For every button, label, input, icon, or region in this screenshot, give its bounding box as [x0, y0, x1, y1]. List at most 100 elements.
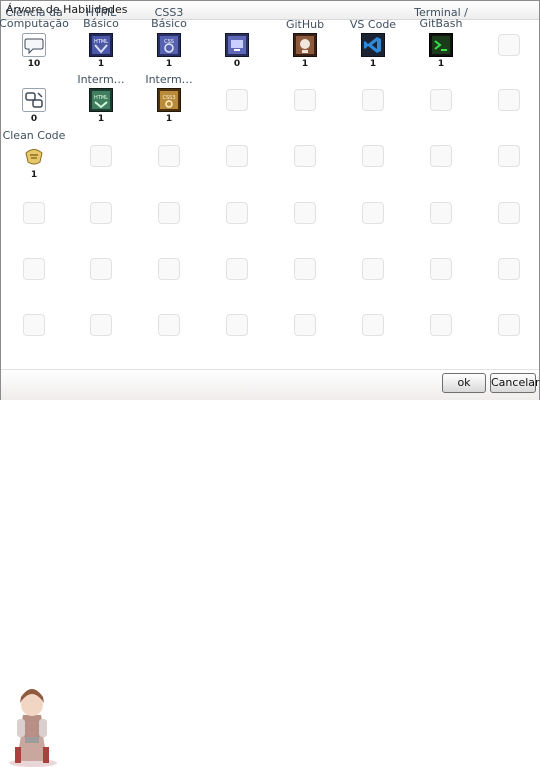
skill-level-count: 1: [97, 59, 105, 69]
empty-skill-slot: [338, 201, 408, 241]
skill-css3-b-sico[interactable]: CSS3 Básico CSS 1: [134, 7, 204, 73]
css3-icon[interactable]: CSS: [157, 33, 181, 57]
empty-skill-slot: [474, 88, 540, 128]
empty-skill-slot: [474, 144, 540, 184]
ok-button[interactable]: ok: [442, 373, 486, 393]
empty-slot-frame: [158, 145, 180, 167]
empty-skill-slot: [474, 257, 540, 297]
css3-intermediate-icon[interactable]: CSS3: [157, 88, 181, 112]
empty-skill-slot: [338, 88, 408, 128]
html-icon[interactable]: HTML: [89, 33, 113, 57]
skill-label: Interm…: [134, 74, 204, 85]
skill-level-count: 1: [30, 170, 38, 180]
cancel-button[interactable]: Cancelar: [490, 373, 540, 393]
empty-slot-frame: [430, 258, 452, 280]
svg-text:HTML: HTML: [94, 95, 108, 101]
skill-label: CSS3 Básico: [134, 7, 204, 29]
skill-label: Clean Code: [0, 130, 69, 141]
skill-interm[interactable]: Interm… CSS3 1: [134, 74, 204, 128]
skill-label: Ciência da Computação: [0, 7, 69, 29]
empty-skill-slot: [338, 144, 408, 184]
empty-slot-frame: [90, 145, 112, 167]
html-intermediate-icon[interactable]: HTML: [89, 88, 113, 112]
svg-text:CSS3: CSS3: [162, 95, 175, 101]
empty-slot-frame: [362, 258, 384, 280]
empty-skill-slot: [202, 257, 272, 297]
broken-link-icon[interactable]: [22, 88, 46, 112]
empty-slot-frame: [362, 202, 384, 224]
empty-slot-frame: [294, 258, 316, 280]
empty-skill-slot: [406, 257, 476, 297]
empty-slot-frame: [158, 258, 180, 280]
empty-skill-slot: [270, 88, 340, 128]
empty-skill-slot: [202, 88, 272, 128]
skill-level-count: 0: [30, 114, 38, 124]
empty-skill-slot: [270, 144, 340, 184]
skill-label-line: Interm…: [145, 73, 193, 86]
skill-broken-link[interactable]: 0: [0, 88, 69, 128]
skill-level-count: 1: [97, 114, 105, 124]
empty-slot-frame: [498, 258, 520, 280]
empty-skill-slot: [474, 33, 540, 73]
empty-slot-frame: [498, 145, 520, 167]
skill-label-line: Computação: [0, 17, 69, 30]
empty-skill-slot: [474, 313, 540, 353]
skill-label-line: Interm…: [77, 73, 125, 86]
empty-slot-frame: [23, 258, 45, 280]
empty-slot-frame: [294, 202, 316, 224]
empty-slot-frame: [362, 89, 384, 111]
empty-slot-frame: [226, 202, 248, 224]
empty-skill-slot: [134, 257, 204, 297]
skill-html-b-sico[interactable]: HTML Básico HTML 1: [66, 7, 136, 73]
empty-slot-frame: [23, 202, 45, 224]
skill-label: Terminal / GitBash: [406, 7, 476, 29]
empty-slot-frame: [158, 202, 180, 224]
github-icon[interactable]: [293, 33, 317, 57]
skill-level-count: 1: [165, 114, 173, 124]
empty-skill-slot: [66, 257, 136, 297]
skill-github[interactable]: GitHub 1: [270, 19, 340, 73]
empty-slot-frame: [226, 89, 248, 111]
empty-skill-slot: [406, 88, 476, 128]
terminal-icon[interactable]: [429, 33, 453, 57]
skill-tree-window: Árvore de Habilidades Ciência da Computaç…: [0, 0, 540, 767]
monitor-skill-icon[interactable]: [225, 33, 249, 57]
empty-skill-slot: [0, 201, 69, 241]
skill-label: Interm…: [66, 74, 136, 85]
empty-skill-slot: [66, 313, 136, 353]
empty-skill-slot: [202, 144, 272, 184]
empty-skill-slot: [202, 201, 272, 241]
empty-slot-frame: [430, 89, 452, 111]
empty-skill-slot: [338, 313, 408, 353]
skill-ci-ncia-da-computa-o[interactable]: Ciência da Computação 10: [0, 7, 69, 73]
empty-slot-frame: [226, 258, 248, 280]
empty-slot-frame: [90, 314, 112, 336]
skill-label-line: GitBash: [419, 17, 463, 30]
empty-skill-slot: [134, 201, 204, 241]
empty-skill-slot: [0, 313, 69, 353]
empty-slot-frame: [158, 314, 180, 336]
empty-skill-slot: [134, 144, 204, 184]
skill-label: HTML Básico: [66, 7, 136, 29]
empty-skill-slot: [134, 313, 204, 353]
empty-slot-frame: [294, 145, 316, 167]
skill-monitor-skill[interactable]: 0: [202, 33, 272, 73]
chat-bubble-icon[interactable]: [22, 33, 46, 57]
empty-slot-frame: [430, 145, 452, 167]
skill-interm[interactable]: Interm… HTML 1: [66, 74, 136, 128]
empty-skill-slot: [474, 201, 540, 241]
skill-level-count: 10: [27, 59, 41, 69]
skill-terminal-gitbash[interactable]: Terminal / GitBash 1: [406, 7, 476, 73]
empty-slot-frame: [498, 314, 520, 336]
vscode-icon[interactable]: [361, 33, 385, 57]
empty-slot-frame: [90, 258, 112, 280]
empty-slot-frame: [23, 314, 45, 336]
skill-clean-code[interactable]: Clean Code 1: [0, 130, 69, 184]
empty-slot-frame: [226, 145, 248, 167]
empty-slot-frame: [430, 202, 452, 224]
empty-skill-slot: [66, 144, 136, 184]
empty-skill-slot: [338, 257, 408, 297]
skill-vs-code[interactable]: VS Code 1: [338, 19, 408, 73]
empty-skill-slot: [406, 313, 476, 353]
clean-code-icon[interactable]: [22, 144, 46, 168]
